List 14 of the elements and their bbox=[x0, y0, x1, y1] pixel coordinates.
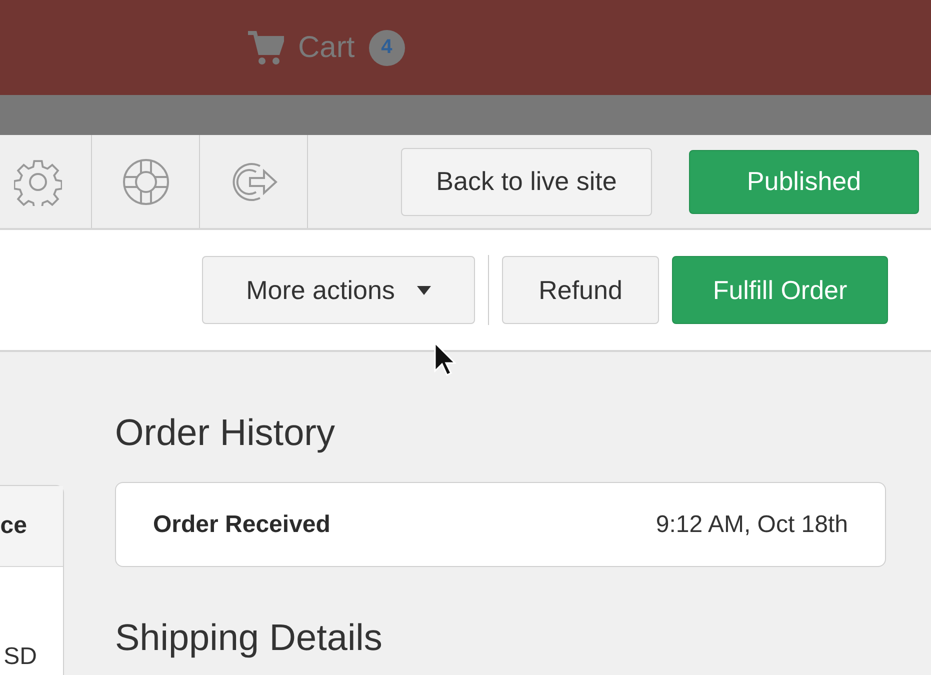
event-time: 9:12 AM, Oct 18th bbox=[656, 510, 848, 538]
cart-icon bbox=[248, 30, 284, 64]
cart-count-badge: 4 bbox=[368, 30, 405, 66]
secondary-button[interactable]: Back to live site bbox=[401, 148, 652, 216]
settings-icon[interactable] bbox=[14, 158, 62, 206]
section-title: Shipping Details bbox=[115, 617, 384, 660]
table-cell: SD bbox=[4, 643, 37, 671]
section-title: Order History bbox=[115, 412, 336, 455]
caret-icon bbox=[416, 286, 431, 294]
more-actions-button[interactable]: More actions bbox=[202, 256, 475, 324]
event-label: Order Received bbox=[153, 510, 330, 538]
secondary-button[interactable]: Refund bbox=[502, 256, 659, 324]
lifebuoy-icon[interactable] bbox=[122, 158, 170, 206]
column-header: ce bbox=[0, 512, 27, 540]
